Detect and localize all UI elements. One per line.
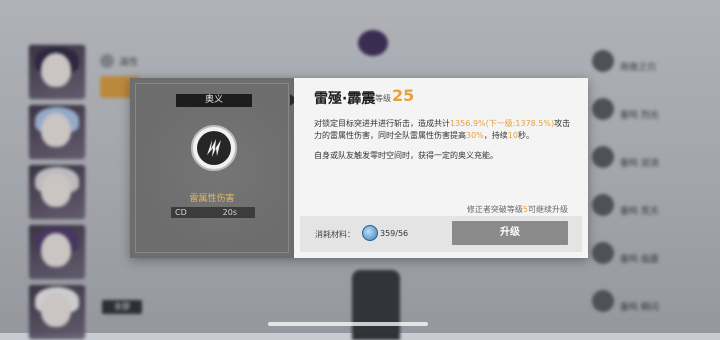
damage-bonus: 30%	[466, 131, 484, 140]
skill-category-label: 奥义	[176, 94, 252, 107]
hint-text: 修正者突破等级	[466, 205, 523, 214]
cooldown-label: CD	[175, 208, 187, 217]
upgrade-cost-box: 消耗材料： 359/56 升级	[300, 216, 582, 252]
desc-text: 秒。	[517, 131, 534, 140]
damage-multiplier: 1356.9%(下一级:1378.5%)	[450, 119, 555, 128]
upgrade-hint: 修正者突破等级5可继续升级	[467, 204, 568, 215]
duration-value: 10	[507, 131, 518, 140]
skill-passive-description: 自身或队友触发零时空间时，获得一定的奥义充能。	[314, 151, 498, 160]
damage-type: 雷属性伤害	[189, 194, 235, 204]
lightning-claw-icon	[191, 125, 237, 171]
home-indicator[interactable]	[268, 322, 428, 326]
upgrade-button[interactable]: 升级	[452, 221, 568, 245]
cost-label: 消耗材料：	[315, 230, 355, 239]
level-value: 25	[392, 86, 415, 105]
cooldown-bar: CD 20s	[171, 207, 255, 218]
skill-summary-panel: 奥义 雷属性伤害 CD 20s	[130, 78, 294, 258]
skill-detail-dialog: 奥义 雷属性伤害 CD 20s 雷殛·霹震 等级 25 对锁定目标突进并进行斩击…	[130, 78, 588, 258]
hint-text: 可继续升级	[528, 205, 568, 214]
level-label: 等级	[375, 94, 391, 103]
desc-text: 对锁定目标突进并进行斩击，造成共计	[314, 119, 450, 128]
desc-text: ，持续	[483, 131, 508, 140]
cooldown-value: 20s	[222, 208, 237, 217]
skill-detail-panel: 雷殛·霹震 等级 25 对锁定目标突进并进行斩击，造成共计1356.9%(下一级…	[294, 78, 588, 258]
cost-value: 359/56	[380, 229, 409, 238]
skill-name: 雷殛·霹震	[314, 91, 376, 107]
skill-description: 对锁定目标突进并进行斩击，造成共计1356.9%(下一级:1378.5%)攻击力…	[314, 118, 576, 142]
crystal-material-icon[interactable]	[362, 225, 378, 241]
